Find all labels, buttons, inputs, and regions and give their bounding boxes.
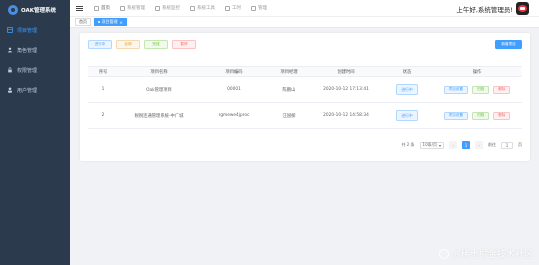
clock-icon (225, 5, 230, 11)
column-header: 项目名称 (118, 66, 200, 77)
cell-created: 2020-10-12 14:58:34 (310, 102, 382, 129)
archive-button[interactable]: 归档 (472, 85, 490, 94)
permission-icon (7, 67, 13, 73)
main-panel: 进行中 延期 完成 暂停 新增项目 序号 项目名称 项目编码 项目经理 创建时间… (80, 33, 530, 161)
top-navbar: 首页 系统管理 系统监控 系统工具 工时 管理 上午好,系统管理员! (70, 0, 539, 16)
avatar[interactable] (516, 2, 529, 15)
table-row: 1 Oak管理项目 00001 陈鹏山 2020-10-12 17:13:41 … (88, 76, 522, 103)
nav-item-monitor[interactable]: 系统监控 (155, 5, 180, 11)
cell-index: 2 (88, 102, 118, 129)
column-header: 项目经理 (268, 66, 310, 77)
watermark: @稀土掘金技术社区 (438, 247, 533, 260)
chevron-down-icon: ▾ (438, 142, 441, 148)
app-logo: OAK管理系统 (0, 0, 70, 20)
menu-toggle-icon[interactable] (76, 5, 88, 11)
monitor-icon (155, 5, 160, 11)
cell-project-name: 税税连通管理系统-中广城 (118, 102, 200, 129)
filter-completed-button[interactable]: 完成 (144, 40, 168, 49)
sidebar-item-users[interactable]: 用户管理 (0, 80, 70, 100)
cell-project-name: Oak管理项目 (118, 76, 200, 103)
watermark-logo-icon (438, 248, 449, 259)
sidebar-item-label: 用户管理 (17, 87, 38, 94)
page-unit-label: 页 (518, 142, 522, 147)
sidebar-item-permissions[interactable]: 权限管理 (0, 60, 70, 80)
tags-view: 首页 项目管理 × (70, 16, 539, 28)
project-settings-button[interactable]: 项目设置 (443, 85, 468, 94)
filter-paused-button[interactable]: 暂停 (172, 40, 196, 49)
cell-project-code: 00001 (200, 76, 268, 103)
goto-label: 前往 (488, 142, 496, 147)
status-filter-bar: 进行中 延期 完成 暂停 (88, 40, 196, 49)
filter-delayed-button[interactable]: 延期 (116, 40, 140, 49)
next-page-button[interactable]: › (475, 141, 483, 149)
project-settings-button[interactable]: 项目设置 (443, 111, 468, 120)
tools-icon (190, 5, 195, 11)
cell-created: 2020-10-12 17:13:41 (310, 76, 382, 103)
column-header: 操作 (432, 66, 522, 77)
active-dot-icon (98, 21, 100, 23)
table-header-row: 序号 项目名称 项目编码 项目经理 创建时间 状态 操作 (88, 66, 522, 77)
column-header: 项目编码 (200, 66, 268, 77)
nav-item-manage[interactable]: 管理 (251, 5, 267, 11)
prev-page-button[interactable]: ‹ (449, 141, 457, 149)
page-size-select[interactable]: 10条/页 ▾ (419, 141, 444, 149)
manage-icon (251, 5, 256, 11)
filter-in-progress-button[interactable]: 进行中 (88, 40, 112, 49)
column-header: 状态 (382, 66, 432, 77)
cell-actions: 项目设置 归档 删除 (432, 102, 522, 129)
role-icon (7, 47, 13, 53)
project-icon (7, 27, 13, 33)
nav-item-system[interactable]: 系统管理 (120, 5, 145, 11)
sidebar-item-label: 项目管理 (17, 27, 38, 34)
archive-button[interactable]: 归档 (472, 111, 490, 120)
pagination: 共 2 条 10条/页 ▾ ‹ 1 › 前往 1 页 (401, 141, 522, 149)
table-row: 2 税税连通管理系统-中广城 rgmewe4jproc 汪国樑 2020-10-… (88, 102, 522, 129)
total-count: 共 2 条 (401, 142, 415, 147)
nav-item-tools[interactable]: 系统工具 (190, 5, 215, 11)
status-badge: 进行中 (396, 84, 418, 95)
greeting-text: 上午好,系统管理员! (456, 5, 513, 14)
page-number-current[interactable]: 1 (462, 141, 470, 149)
cell-actions: 项目设置 归档 删除 (432, 76, 522, 103)
tag-project-management[interactable]: 项目管理 × (94, 18, 127, 26)
cell-manager: 汪国樑 (268, 102, 310, 129)
tag-home[interactable]: 首页 (75, 18, 91, 26)
sidebar-item-label: 权限管理 (17, 67, 38, 74)
sidebar-item-label: 角色管理 (17, 47, 38, 54)
goto-page-input[interactable]: 1 (501, 141, 513, 149)
nav-item-home[interactable]: 首页 (94, 5, 110, 11)
add-project-button[interactable]: 新增项目 (495, 40, 522, 49)
sidebar-item-roles[interactable]: 角色管理 (0, 40, 70, 60)
cell-project-code: rgmewe4jproc (200, 102, 268, 129)
cell-manager: 陈鹏山 (268, 76, 310, 103)
cell-status: 进行中 (382, 102, 432, 129)
delete-button[interactable]: 删除 (493, 111, 511, 120)
delete-button[interactable]: 删除 (493, 85, 511, 94)
status-badge: 进行中 (396, 110, 418, 121)
settings-icon (120, 5, 125, 11)
user-icon (7, 87, 13, 93)
project-table: 序号 项目名称 项目编码 项目经理 创建时间 状态 操作 1 Oak管理项目 0… (88, 66, 522, 129)
column-header: 序号 (88, 66, 118, 77)
sidebar: OAK管理系统 项目管理 角色管理 权限管理 用户管理 (0, 0, 70, 265)
cell-status: 进行中 (382, 76, 432, 103)
app-title: OAK管理系统 (21, 8, 57, 14)
nav-item-worktime[interactable]: 工时 (225, 5, 241, 11)
home-icon (94, 5, 99, 11)
column-header: 创建时间 (310, 66, 382, 77)
user-menu[interactable]: 上午好,系统管理员! (456, 2, 529, 15)
close-icon[interactable]: × (120, 20, 123, 25)
logo-icon (8, 5, 18, 15)
sidebar-item-projects[interactable]: 项目管理 (0, 20, 70, 40)
cell-index: 1 (88, 76, 118, 103)
